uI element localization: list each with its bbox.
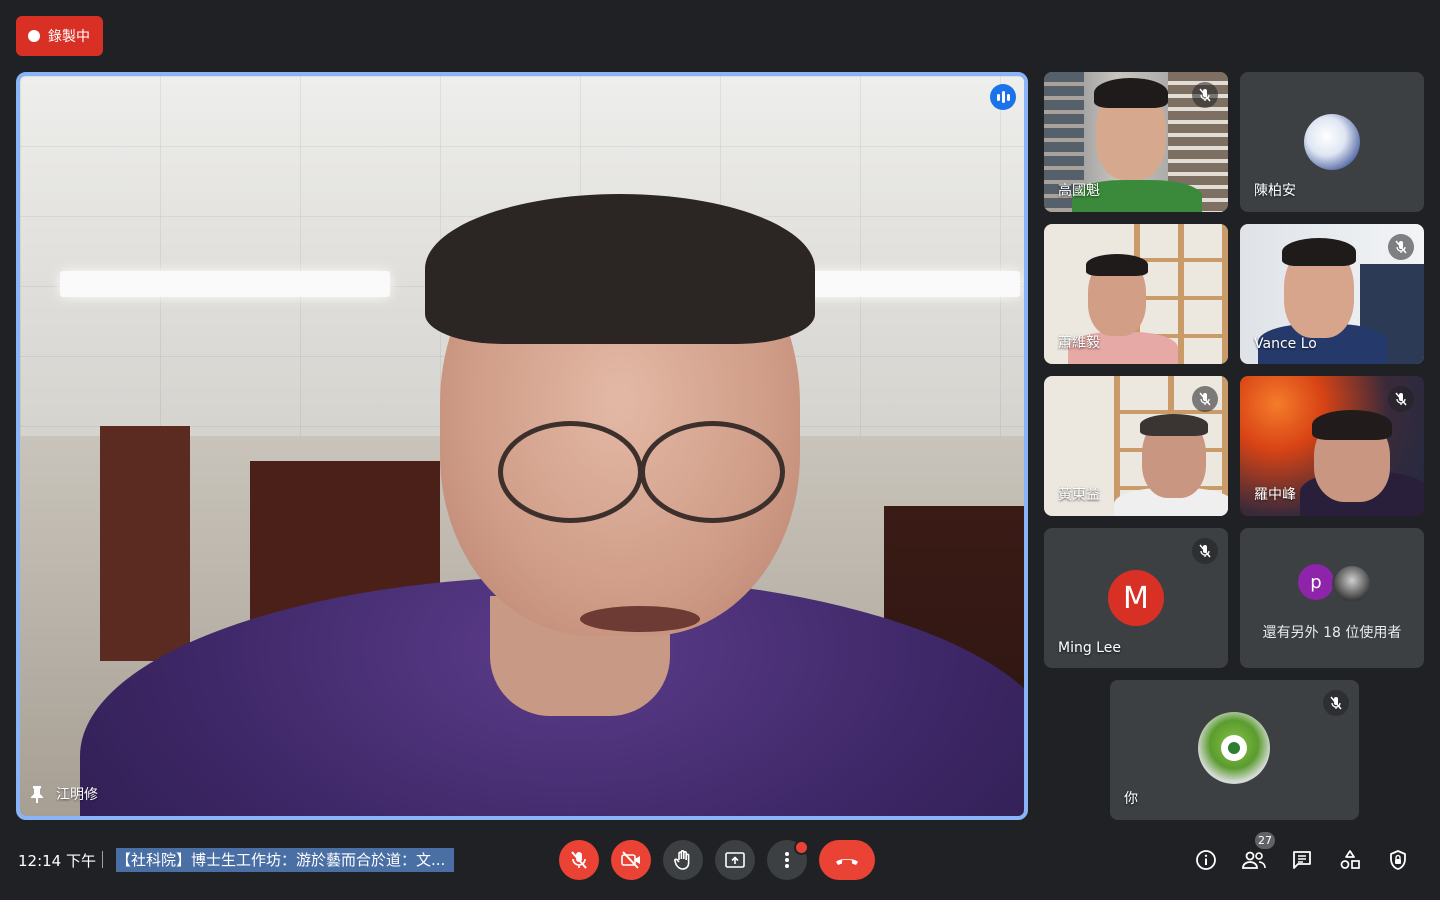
participant-tile[interactable]: 羅中峰	[1240, 376, 1424, 516]
participant-tile[interactable]: 陳柏安	[1240, 72, 1424, 212]
raise-hand-button[interactable]	[663, 840, 703, 880]
speaking-indicator-icon	[990, 84, 1016, 110]
participant-figure	[1312, 410, 1392, 440]
meeting-title[interactable]: 【社科院】博士生工作坊：游於藝而合於道：文...	[116, 848, 454, 872]
pin-icon[interactable]	[30, 785, 44, 803]
participant-tile[interactable]: 蕭維毅	[1044, 224, 1228, 364]
mic-toggle-button[interactable]	[559, 840, 599, 880]
participant-name: 高國魁	[1058, 183, 1100, 199]
participant-count-badge: 27	[1255, 832, 1275, 849]
more-vert-icon	[785, 852, 789, 868]
avatar	[1228, 742, 1240, 754]
participant-figure	[1094, 78, 1168, 108]
participant-name: 你	[1124, 791, 1138, 807]
participant-name: 黃東益	[1058, 487, 1100, 503]
participant-tile[interactable]: 高國魁	[1044, 72, 1228, 212]
more-options-button[interactable]	[767, 840, 809, 880]
participant-tile[interactable]: 黃東益	[1044, 376, 1228, 516]
main-speaker-video[interactable]: 江明修	[16, 72, 1028, 820]
participant-name: 蕭維毅	[1058, 335, 1100, 351]
participant-figure	[1086, 254, 1148, 276]
video-background	[60, 271, 390, 297]
camera-toggle-button[interactable]	[611, 840, 651, 880]
mic-off-icon	[1388, 234, 1414, 260]
meeting-time: 12:14 下午	[18, 852, 96, 870]
recording-label: 錄製中	[48, 29, 90, 45]
avatar	[1198, 712, 1270, 784]
host-controls-button[interactable]	[1384, 846, 1412, 874]
participant-name: Ming Lee	[1058, 640, 1121, 656]
avatar: M	[1108, 570, 1164, 626]
notification-dot	[794, 840, 809, 855]
avatar	[1304, 114, 1360, 170]
avatar: p	[1298, 564, 1334, 600]
shield-lock-icon	[1390, 850, 1406, 870]
participant-figure	[1140, 414, 1208, 436]
others-count-label: 還有另外 18 位使用者	[1262, 625, 1402, 641]
avatar	[1332, 564, 1372, 604]
present-screen-button[interactable]	[715, 840, 755, 880]
participant-name: 羅中峰	[1254, 487, 1296, 503]
main-speaker-name: 江明修	[56, 787, 98, 803]
mic-off-icon	[1192, 386, 1218, 412]
speaker-figure	[425, 194, 815, 344]
chat-button[interactable]	[1288, 846, 1316, 874]
recording-indicator[interactable]: 錄製中	[16, 16, 103, 56]
participant-name: 陳柏安	[1254, 183, 1296, 199]
camera-off-icon	[621, 851, 640, 869]
chat-icon	[1293, 851, 1311, 869]
mic-off-icon	[571, 851, 587, 869]
present-icon	[725, 852, 745, 868]
record-dot-icon	[28, 30, 40, 42]
mic-off-icon	[1192, 82, 1218, 108]
activities-icon	[1340, 850, 1360, 869]
participant-name: Vance Lo	[1254, 336, 1317, 352]
video-background	[800, 271, 1020, 297]
activities-button[interactable]	[1336, 846, 1364, 874]
avatar	[1221, 735, 1247, 761]
main-speaker-label: 江明修	[30, 784, 98, 804]
people-icon	[1242, 851, 1266, 869]
participant-tile[interactable]: Vance Lo	[1240, 224, 1424, 364]
hand-icon	[674, 850, 690, 870]
meeting-details-button[interactable]	[1192, 846, 1220, 874]
speaker-figure	[498, 421, 643, 523]
leave-call-button[interactable]	[819, 840, 875, 880]
video-background	[100, 426, 190, 661]
self-tile[interactable]: 你	[1110, 680, 1359, 820]
speaker-figure	[640, 421, 785, 523]
divider	[102, 851, 103, 868]
participant-figure	[1282, 238, 1356, 266]
info-icon	[1196, 850, 1216, 870]
call-end-icon	[836, 859, 858, 865]
participant-tile[interactable]: M Ming Lee	[1044, 528, 1228, 668]
participants-button[interactable]	[1240, 846, 1268, 874]
others-tile[interactable]: p 還有另外 18 位使用者	[1240, 528, 1424, 668]
mic-off-icon	[1323, 690, 1349, 716]
mic-off-icon	[1388, 386, 1414, 412]
mic-off-icon	[1192, 538, 1218, 564]
speaker-figure	[580, 606, 700, 632]
